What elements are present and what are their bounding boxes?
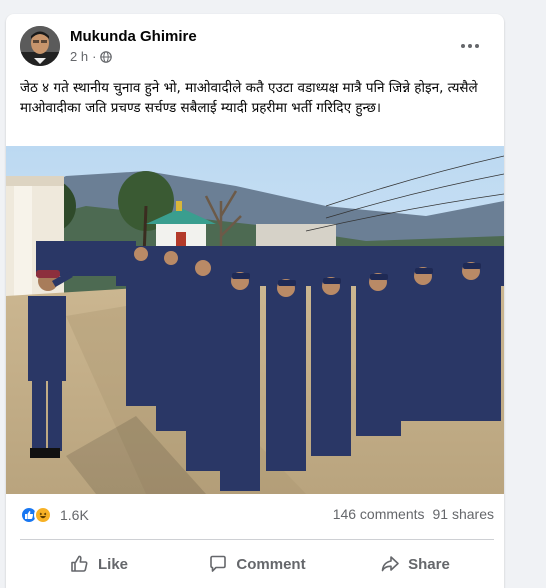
share-button[interactable]: Share	[336, 542, 494, 586]
avatar[interactable]	[20, 26, 60, 66]
like-icon	[71, 555, 88, 572]
post-meta: 2 h ·	[70, 49, 113, 64]
comment-button[interactable]: Comment	[178, 542, 336, 586]
globe-icon	[100, 50, 113, 63]
action-bar: Like Comment Share	[20, 542, 494, 586]
like-button[interactable]: Like	[20, 542, 178, 586]
reaction-summary[interactable]: 1.6K	[20, 506, 89, 524]
comment-count[interactable]: 146 comments	[333, 506, 425, 522]
author-name[interactable]: Mukunda Ghimire	[70, 28, 197, 45]
meta-separator: ·	[92, 49, 97, 64]
post-stats: 1.6K 146 comments 91 shares	[20, 506, 494, 526]
reaction-count: 1.6K	[60, 507, 89, 523]
share-label: Share	[408, 555, 450, 573]
share-count[interactable]: 91 shares	[433, 506, 494, 522]
post-time[interactable]: 2 h	[70, 49, 88, 64]
comment-label: Comment	[236, 555, 306, 573]
share-icon	[381, 556, 399, 572]
like-label: Like	[97, 555, 128, 573]
more-options-icon[interactable]	[454, 30, 486, 62]
comment-icon	[210, 555, 227, 572]
divider	[20, 539, 494, 540]
haha-reaction-icon	[34, 506, 52, 524]
post-photo[interactable]	[6, 146, 504, 494]
page-background	[506, 0, 546, 588]
post-card: Mukunda Ghimire 2 h · जेठ ४ गते स्थानीय …	[6, 14, 504, 588]
post-text: जेठ ४ गते स्थानीय चुनाव हुने भो, माओवादी…	[20, 80, 478, 116]
